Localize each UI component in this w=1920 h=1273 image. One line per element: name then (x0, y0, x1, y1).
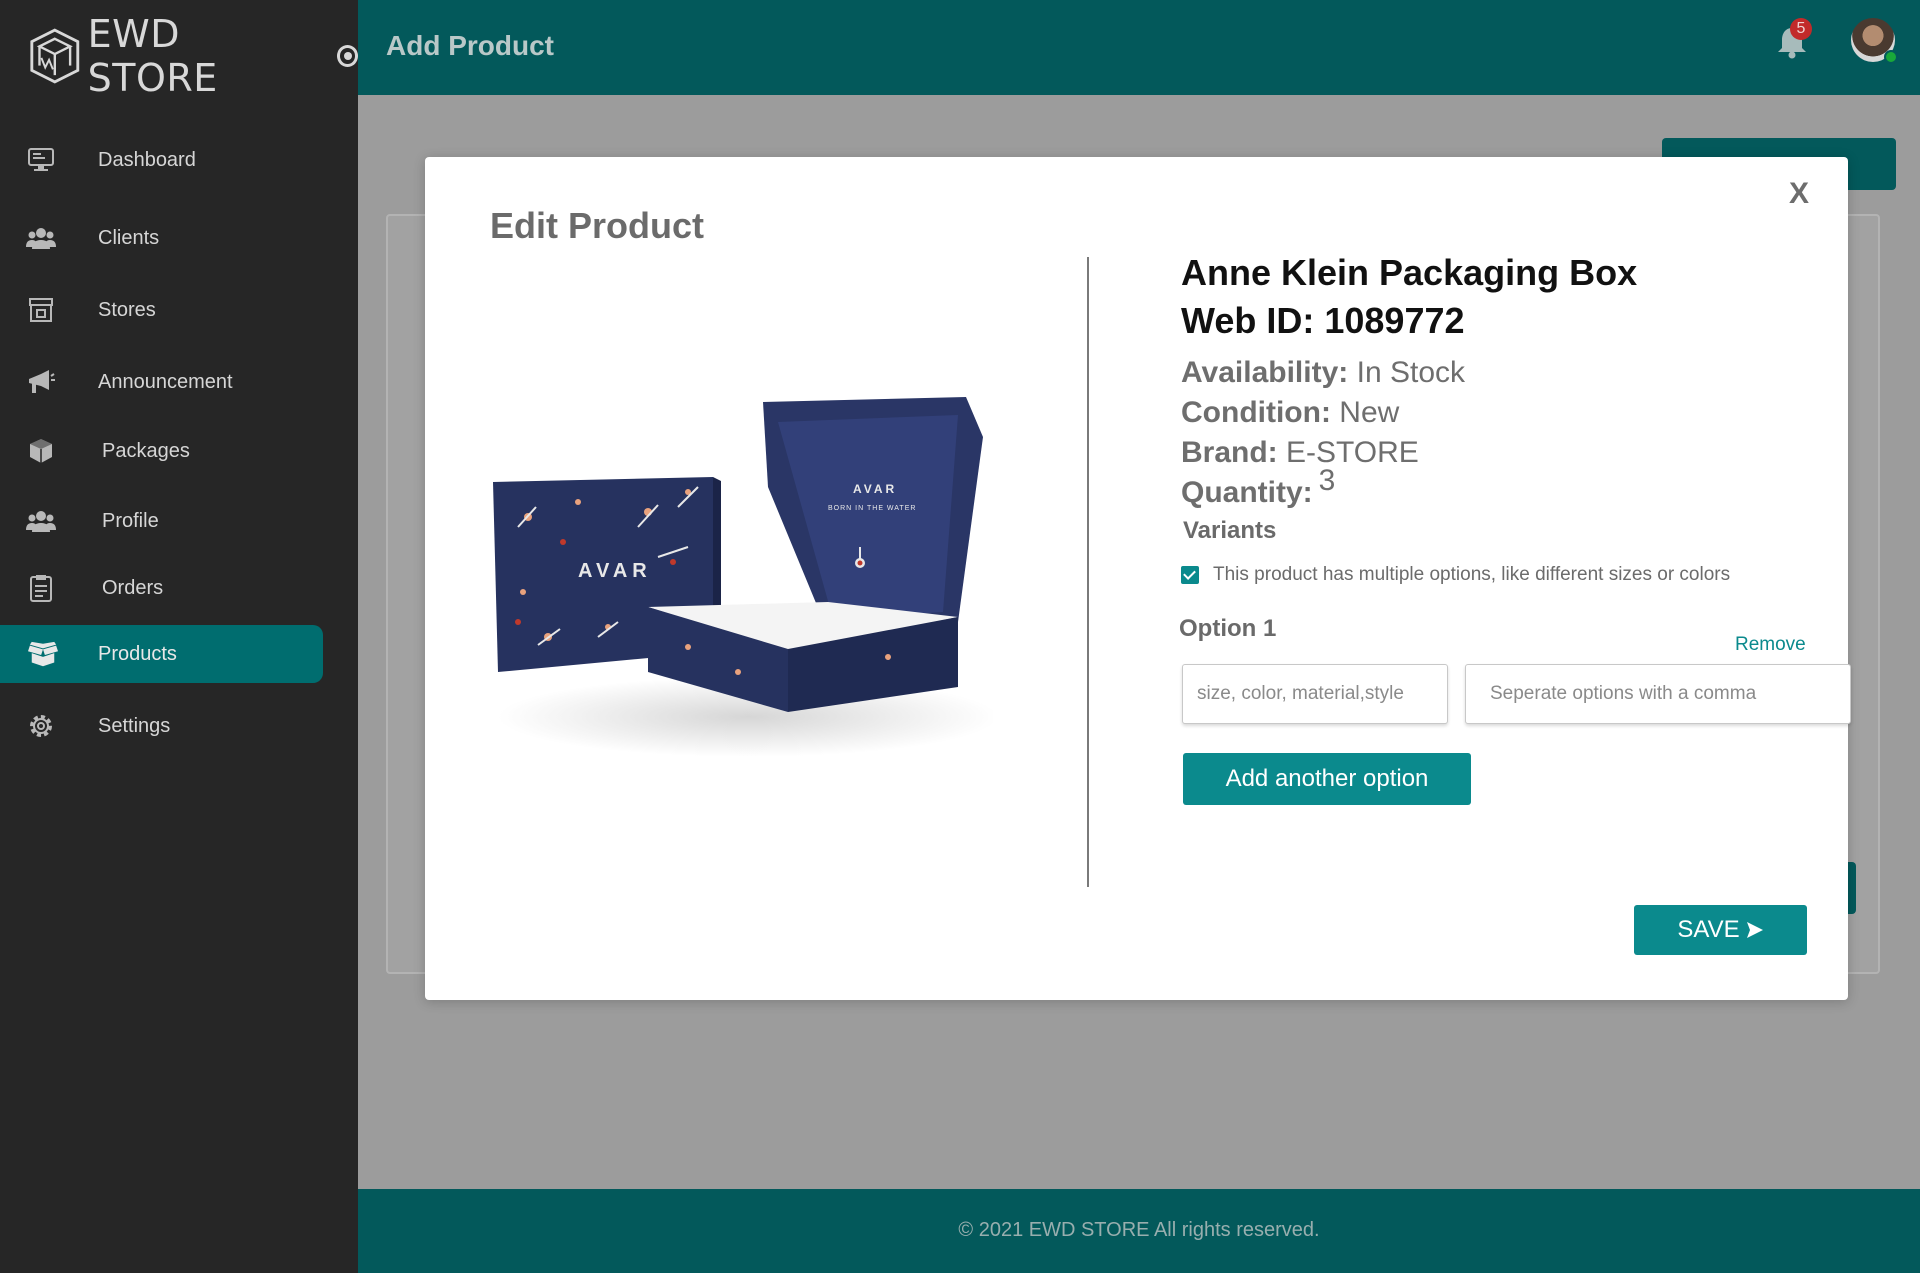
sidebar-item-label: Profile (102, 509, 159, 532)
product-image-brand-text: AVAR (578, 560, 652, 582)
remove-option-link[interactable]: Remove (1735, 634, 1806, 656)
footer: © 2021 EWD STORE All rights reserved. (358, 1189, 1920, 1273)
gear-icon (26, 711, 56, 741)
multiple-options-checkbox[interactable] (1181, 566, 1199, 584)
quantity-label: Quantity: (1181, 476, 1313, 509)
brand-logo-icon (30, 28, 80, 84)
online-status-indicator (1884, 50, 1898, 64)
clipboard-icon (26, 573, 56, 603)
multiple-options-row[interactable]: This product has multiple options, like … (1181, 564, 1730, 586)
option-label: Option 1 (1179, 615, 1277, 642)
option-name-input[interactable] (1182, 664, 1448, 724)
product-image-brand-text: AVAR (853, 482, 897, 496)
sidebar-item-announcement[interactable]: Announcement (0, 353, 323, 411)
product-image-tagline: BORN IN THE WATER (828, 505, 916, 512)
availability-row: Availability: In Stock (1181, 353, 1821, 393)
sidebar-item-label: Stores (98, 298, 156, 321)
option-values-input[interactable] (1465, 664, 1851, 724)
condition-value: New (1339, 396, 1400, 429)
product-info: Anne Klein Packaging Box Web ID: 1089772… (1181, 249, 1821, 545)
boxes-icon (26, 436, 56, 466)
web-id-value: 1089772 (1324, 300, 1465, 341)
web-id-label: Web ID: (1181, 300, 1315, 341)
sidebar-item-label: Products (98, 642, 177, 665)
variants-heading: Variants (1183, 517, 1277, 544)
quantity-row: Quantity: 3 (1181, 464, 1821, 513)
sidebar-toggle-icon[interactable] (336, 45, 358, 67)
sidebar-item-packages[interactable]: Packages (0, 422, 323, 480)
condition-label: Condition: (1181, 396, 1331, 429)
top-bar: Add Product 5 (358, 0, 1920, 95)
users-icon (26, 506, 56, 536)
sidebar-item-label: Dashboard (98, 148, 196, 171)
brand-label: Brand: (1181, 436, 1278, 469)
footer-copyright: © 2021 EWD STORE All rights reserved. (958, 1219, 1320, 1241)
notification-count-badge: 5 (1790, 18, 1812, 40)
megaphone-icon (26, 367, 56, 397)
users-icon (26, 223, 56, 253)
product-name: Anne Klein Packaging Box (1181, 252, 1638, 293)
sidebar-item-label: Orders (102, 576, 164, 599)
save-button[interactable]: SAVE (1634, 905, 1807, 955)
sidebar-item-stores[interactable]: Stores (0, 281, 323, 339)
monitor-icon (26, 145, 56, 175)
sidebar-item-dashboard[interactable]: Dashboard (0, 131, 323, 189)
sidebar-item-settings[interactable]: Settings (0, 697, 323, 755)
sidebar-item-orders[interactable]: Orders (0, 559, 323, 617)
availability-value: In Stock (1356, 356, 1466, 389)
sidebar: EWD STORE Dashboard Clients Stores Annou… (0, 0, 358, 1273)
add-another-option-button[interactable]: Add another option (1183, 753, 1471, 805)
sidebar-item-profile[interactable]: Profile (0, 492, 323, 550)
send-arrow-icon (1746, 922, 1763, 938)
save-button-label: SAVE (1677, 916, 1740, 943)
sidebar-item-label: Packages (102, 439, 190, 462)
sidebar-item-label: Clients (98, 226, 160, 249)
condition-row: Condition: New (1181, 393, 1821, 433)
brand[interactable]: EWD STORE (28, 12, 358, 100)
quantity-value: 3 (1318, 464, 1336, 497)
sidebar-item-products[interactable]: Products (0, 625, 323, 683)
close-icon[interactable]: X (1789, 177, 1809, 211)
store-icon (26, 295, 56, 325)
multiple-options-label: This product has multiple options, like … (1213, 564, 1731, 585)
brand-row: Brand: E-STORE (1181, 433, 1821, 473)
box-icon (28, 639, 58, 669)
sidebar-item-clients[interactable]: Clients (0, 209, 323, 267)
availability-label: Availability: (1181, 356, 1349, 389)
edit-product-modal: Edit Product X AVAR AVAR BORN IN THE WAT… (425, 157, 1851, 1000)
product-web-id: Web ID: 1089772 (1181, 297, 1821, 345)
modal-divider (1087, 257, 1089, 887)
modal-title: Edit Product (490, 205, 704, 246)
brand-name: EWD STORE (87, 12, 218, 100)
product-image: AVAR AVAR BORN IN THE WATER (493, 397, 993, 757)
sidebar-item-label: Announcement (98, 370, 233, 393)
sidebar-item-label: Settings (98, 714, 171, 737)
brand-value: E-STORE (1286, 436, 1419, 469)
page-title: Add Product (386, 30, 554, 61)
